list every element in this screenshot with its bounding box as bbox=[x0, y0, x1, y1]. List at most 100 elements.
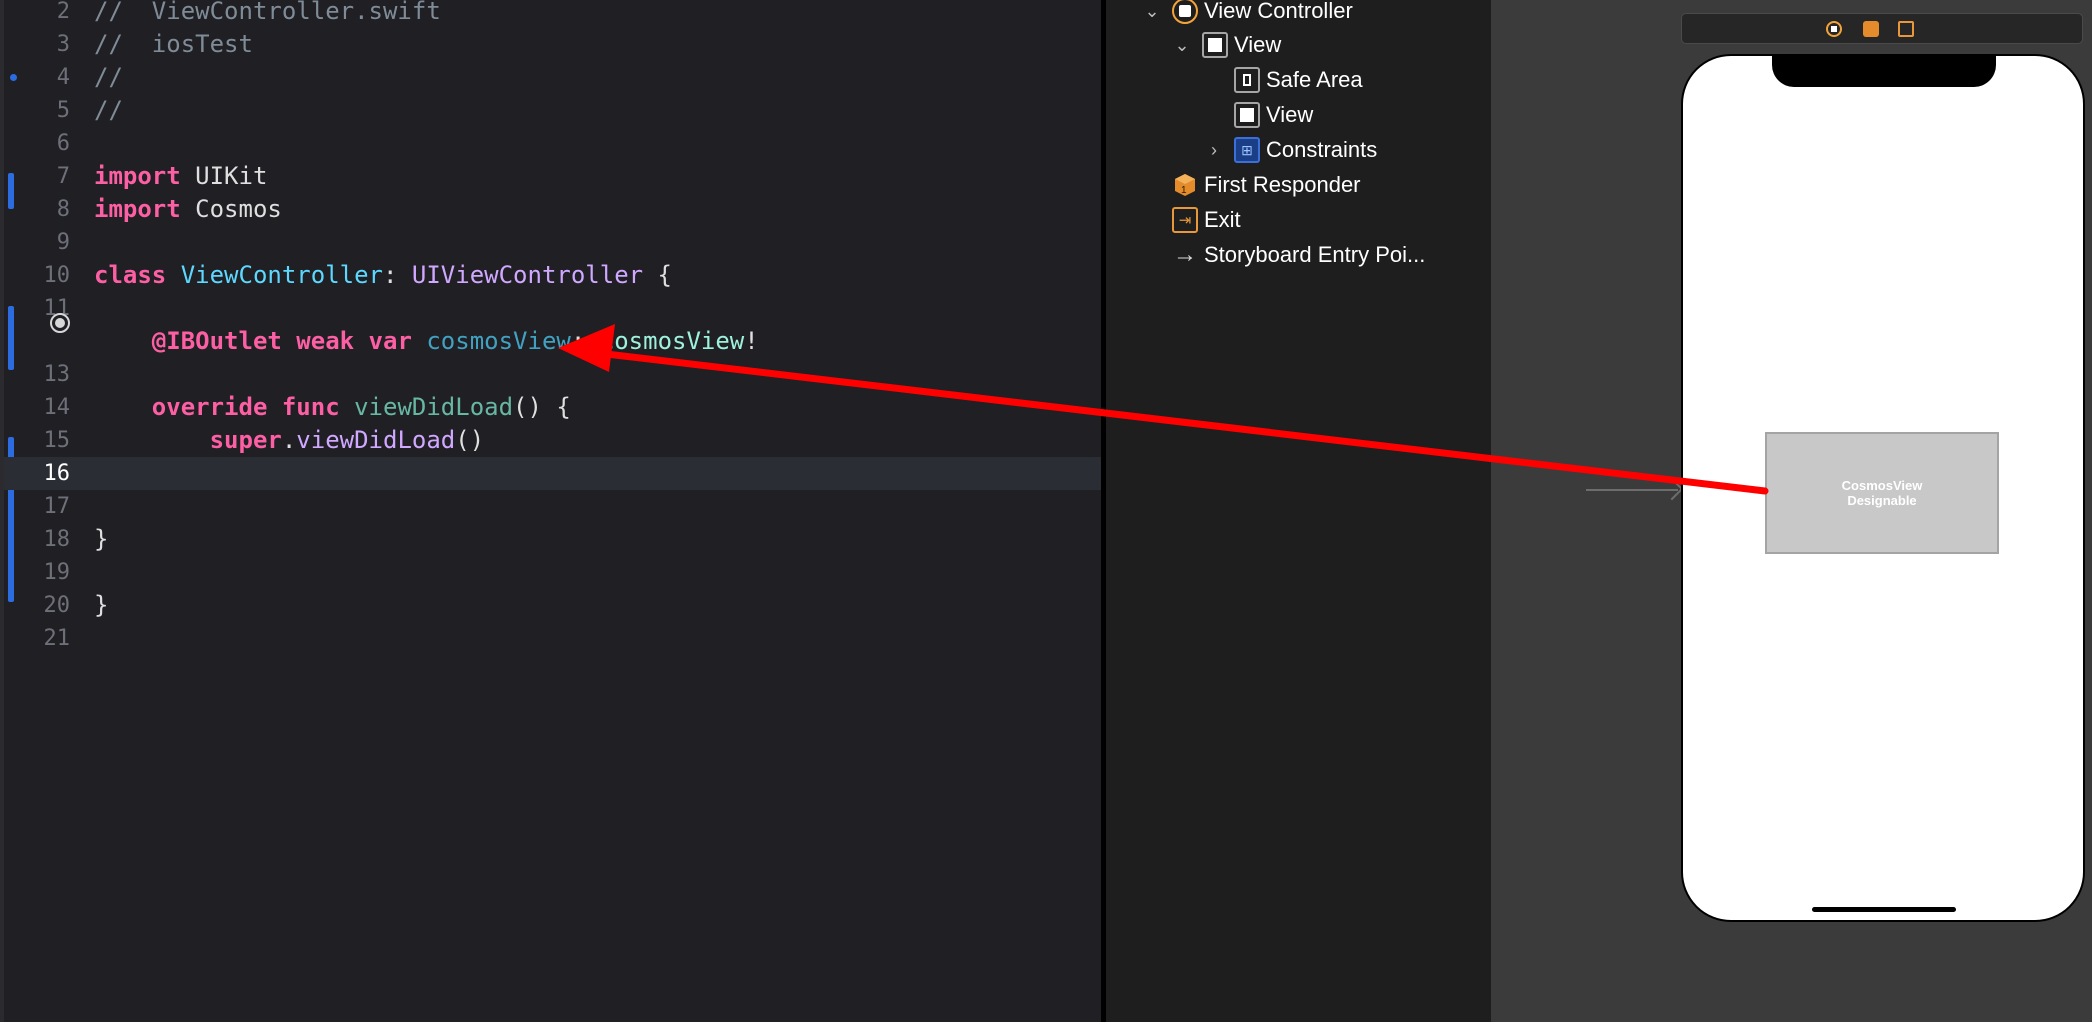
code-token: override bbox=[151, 393, 268, 421]
line-number: 2 bbox=[56, 0, 70, 24]
outline-item-label: View Controller bbox=[1204, 0, 1353, 23]
code-line[interactable]: 21 bbox=[4, 622, 1101, 655]
device-notch bbox=[1772, 54, 1996, 87]
code-token: : bbox=[383, 261, 412, 289]
code-line[interactable]: 15 super.viewDidLoad() bbox=[4, 424, 1101, 457]
outline-item-label: Storyboard Entry Poi... bbox=[1204, 242, 1426, 267]
outline-item-constraints[interactable]: › ⊞ Constraints bbox=[1204, 135, 1377, 165]
code-token: ViewController bbox=[180, 261, 383, 289]
cosmos-view-placeholder[interactable]: CosmosView Designable bbox=[1765, 432, 1999, 554]
first-responder-icon[interactable] bbox=[1863, 21, 1879, 37]
scene-dock[interactable] bbox=[1681, 13, 2083, 44]
line-number: 19 bbox=[43, 560, 71, 585]
code-token: super bbox=[209, 426, 282, 454]
line-number: 8 bbox=[56, 197, 70, 222]
outline-item-label: View bbox=[1266, 102, 1314, 127]
code-line[interactable]: 2 // ViewController.swift bbox=[4, 0, 1101, 28]
chevron-down-icon[interactable]: ⌄ bbox=[1142, 1, 1162, 21]
code-text: // bbox=[94, 61, 123, 94]
code-line[interactable]: 18} bbox=[4, 523, 1101, 556]
outline-item-storyboard-entry-point[interactable]: → Storyboard Entry Poi... bbox=[1172, 240, 1425, 270]
code-line[interactable]: 4 // bbox=[4, 61, 1101, 94]
code-token: cosmosView bbox=[426, 327, 571, 355]
line-number: 6 bbox=[56, 131, 70, 156]
outline-item-view[interactable]: ⌄ View bbox=[1172, 30, 1281, 60]
storyboard-entry-arrow[interactable] bbox=[1586, 489, 1678, 491]
code-line[interactable]: 9 bbox=[4, 226, 1101, 259]
exit-icon[interactable] bbox=[1898, 21, 1914, 37]
code-token: // bbox=[94, 63, 123, 91]
outline-item-exit[interactable]: ⇥ Exit bbox=[1172, 205, 1241, 235]
code-line[interactable]: 13 bbox=[4, 358, 1101, 391]
line-number: 3 bbox=[56, 32, 70, 57]
document-outline[interactable]: ⌄ View Controller ⌄ View Safe Area View … bbox=[1106, 0, 1491, 1022]
code-line[interactable]: 7 import UIKit bbox=[4, 160, 1101, 193]
first-responder-icon: 1 bbox=[1172, 172, 1198, 198]
outline-item-view-controller[interactable]: ⌄ View Controller bbox=[1142, 0, 1353, 26]
code-text: // bbox=[94, 94, 123, 127]
view-icon bbox=[1202, 32, 1228, 58]
line-number: 16 bbox=[43, 461, 71, 486]
code-line[interactable]: 16 bbox=[4, 457, 1101, 490]
code-line[interactable]: 20} bbox=[4, 589, 1101, 622]
outline-item-subview[interactable]: View bbox=[1234, 100, 1313, 130]
code-editor[interactable]: 2 // ViewController.swift 3 // iosTest 4 // 5 /… bbox=[0, 0, 1101, 1022]
code-text: // ViewController.swift bbox=[94, 0, 441, 28]
view-controller-icon[interactable] bbox=[1826, 21, 1842, 37]
line-number: 9 bbox=[56, 230, 70, 255]
code-text: @IBOutlet weak var cosmosView: CosmosVie… bbox=[94, 325, 759, 358]
line-number: 20 bbox=[43, 593, 71, 618]
code-token: @IBOutlet bbox=[151, 327, 282, 355]
cosmos-view-subtitle: Designable bbox=[1847, 493, 1917, 508]
code-line[interactable]: 10 class ViewController: UIViewController… bbox=[4, 259, 1101, 292]
constraints-icon: ⊞ bbox=[1234, 137, 1260, 163]
svg-text:1: 1 bbox=[1181, 185, 1187, 196]
storyboard-canvas[interactable]: CosmosView Designable bbox=[1491, 0, 2092, 1022]
code-text: super.viewDidLoad() bbox=[94, 424, 485, 457]
outline-item-label: Exit bbox=[1204, 207, 1241, 232]
line-number: 18 bbox=[43, 527, 71, 552]
code-token: CosmosView bbox=[599, 327, 745, 355]
outline-item-safe-area[interactable]: Safe Area bbox=[1234, 65, 1363, 95]
code-token: import bbox=[94, 162, 181, 190]
code-token: } bbox=[94, 591, 109, 619]
code-line[interactable]: 14 override func viewDidLoad() { bbox=[4, 391, 1101, 424]
code-line[interactable]: 3 // iosTest bbox=[4, 28, 1101, 61]
code-text: } bbox=[94, 589, 108, 622]
view-controller-icon bbox=[1172, 0, 1198, 24]
arrow-right-icon: → bbox=[1173, 241, 1197, 268]
code-token: weak bbox=[296, 327, 355, 355]
outline-item-first-responder[interactable]: 1 First Responder bbox=[1172, 170, 1361, 200]
chevron-down-icon[interactable]: ⌄ bbox=[1172, 35, 1192, 55]
code-line[interactable]: 8 import Cosmos bbox=[4, 193, 1101, 226]
outlet-connection-icon[interactable] bbox=[50, 313, 70, 333]
code-token: UIViewController bbox=[411, 261, 644, 289]
outline-item-label: View bbox=[1234, 32, 1282, 57]
code-line[interactable]: @IBOutlet weak var cosmosView: CosmosVie… bbox=[4, 325, 1101, 358]
device-frame[interactable]: CosmosView Designable bbox=[1681, 54, 2085, 922]
code-token: // bbox=[94, 96, 123, 124]
code-token: } bbox=[94, 525, 109, 553]
line-number: 14 bbox=[43, 395, 71, 420]
code-line[interactable]: 5 // bbox=[4, 94, 1101, 127]
code-line[interactable]: 11 bbox=[4, 292, 1101, 325]
code-token: . bbox=[281, 426, 297, 454]
code-line[interactable]: 19 bbox=[4, 556, 1101, 589]
chevron-right-icon[interactable]: › bbox=[1204, 140, 1224, 160]
line-number: 5 bbox=[56, 98, 70, 123]
outline-item-label: First Responder bbox=[1204, 172, 1361, 197]
code-line[interactable]: 6 bbox=[4, 127, 1101, 160]
line-number: 17 bbox=[43, 494, 71, 519]
code-token: viewDidLoad bbox=[354, 393, 514, 421]
code-line[interactable]: 17 bbox=[4, 490, 1101, 523]
line-number: 21 bbox=[43, 626, 71, 651]
code-text: import UIKit bbox=[94, 160, 267, 193]
code-token: import bbox=[94, 195, 181, 223]
home-indicator bbox=[1812, 907, 1956, 912]
